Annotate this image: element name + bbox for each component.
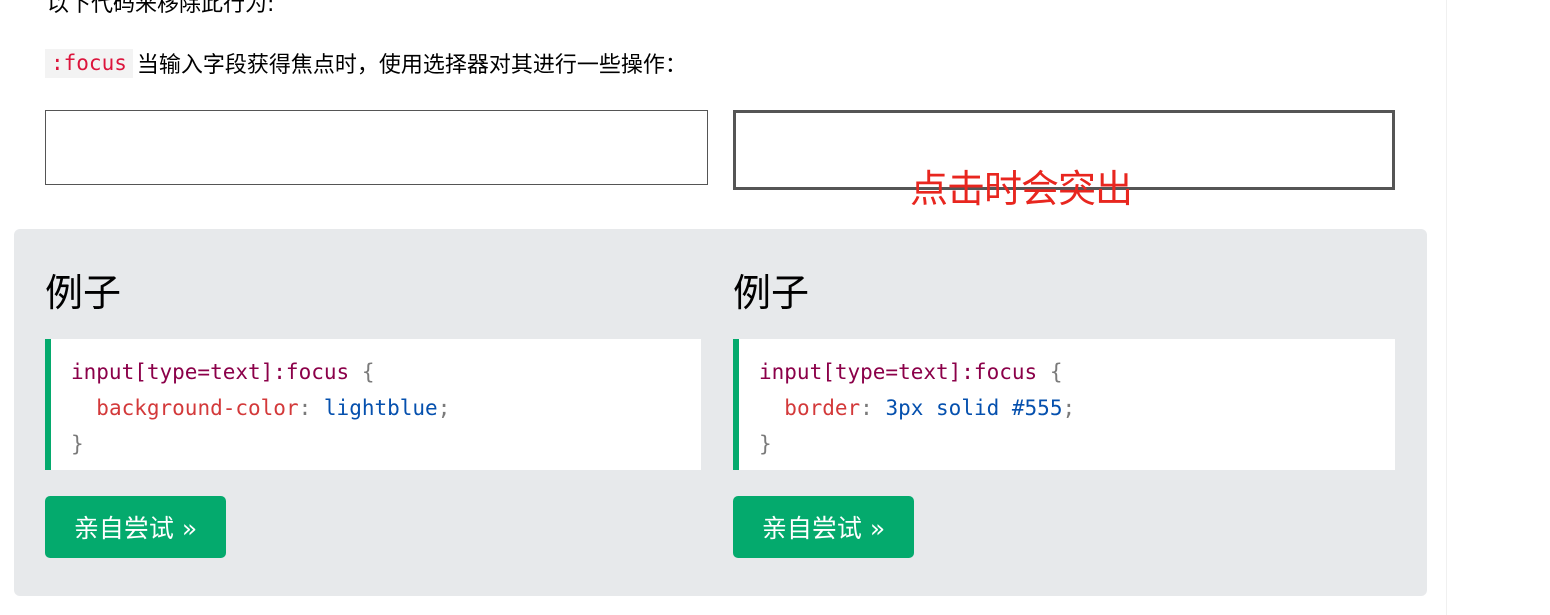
try-it-yourself-button[interactable]: 亲自尝试 » [733,496,914,558]
code-selector: input[type=text]:focus [71,360,350,384]
code-close-brace: } [71,432,84,456]
code-open-brace: { [1049,360,1063,384]
intro-text: 当输入字段获得焦点时，使用选择器对其进行一些操作： [136,53,687,78]
code-selector: input[type=text]:focus [759,360,1038,384]
code-semicolon: ; [1062,396,1076,420]
annotation-label: 点击时会突出 [910,167,1133,211]
code-property: border [784,396,861,420]
code-colon: : [860,396,873,420]
code-close-brace: } [759,432,772,456]
code-semicolon: ; [437,396,451,420]
code-example-border: input[type=text]:focus { border: 3px sol… [733,339,1395,470]
code-value: lightblue [323,396,438,420]
cut-off-paragraph: 以下代码来移除此行为: [47,0,275,17]
demo-text-input[interactable] [45,110,708,185]
inline-code-focus: :focus [45,48,133,78]
code-value: 3px solid #555 [885,396,1063,420]
page: 以下代码来移除此行为: :focus 当输入字段获得焦点时，使用选择器对其进行一… [0,0,1550,615]
code-example-background: input[type=text]:focus { background-colo… [45,339,701,470]
example-heading: 例子 [733,271,810,315]
try-it-yourself-button[interactable]: 亲自尝试 » [45,496,226,558]
scroll-divider [1446,0,1447,615]
code-colon: : [298,396,312,420]
intro-paragraph: :focus 当输入字段获得焦点时，使用选择器对其进行一些操作： [45,47,687,79]
example-heading: 例子 [45,271,122,315]
code-open-brace: { [361,360,375,384]
code-property: background-color [96,396,299,420]
